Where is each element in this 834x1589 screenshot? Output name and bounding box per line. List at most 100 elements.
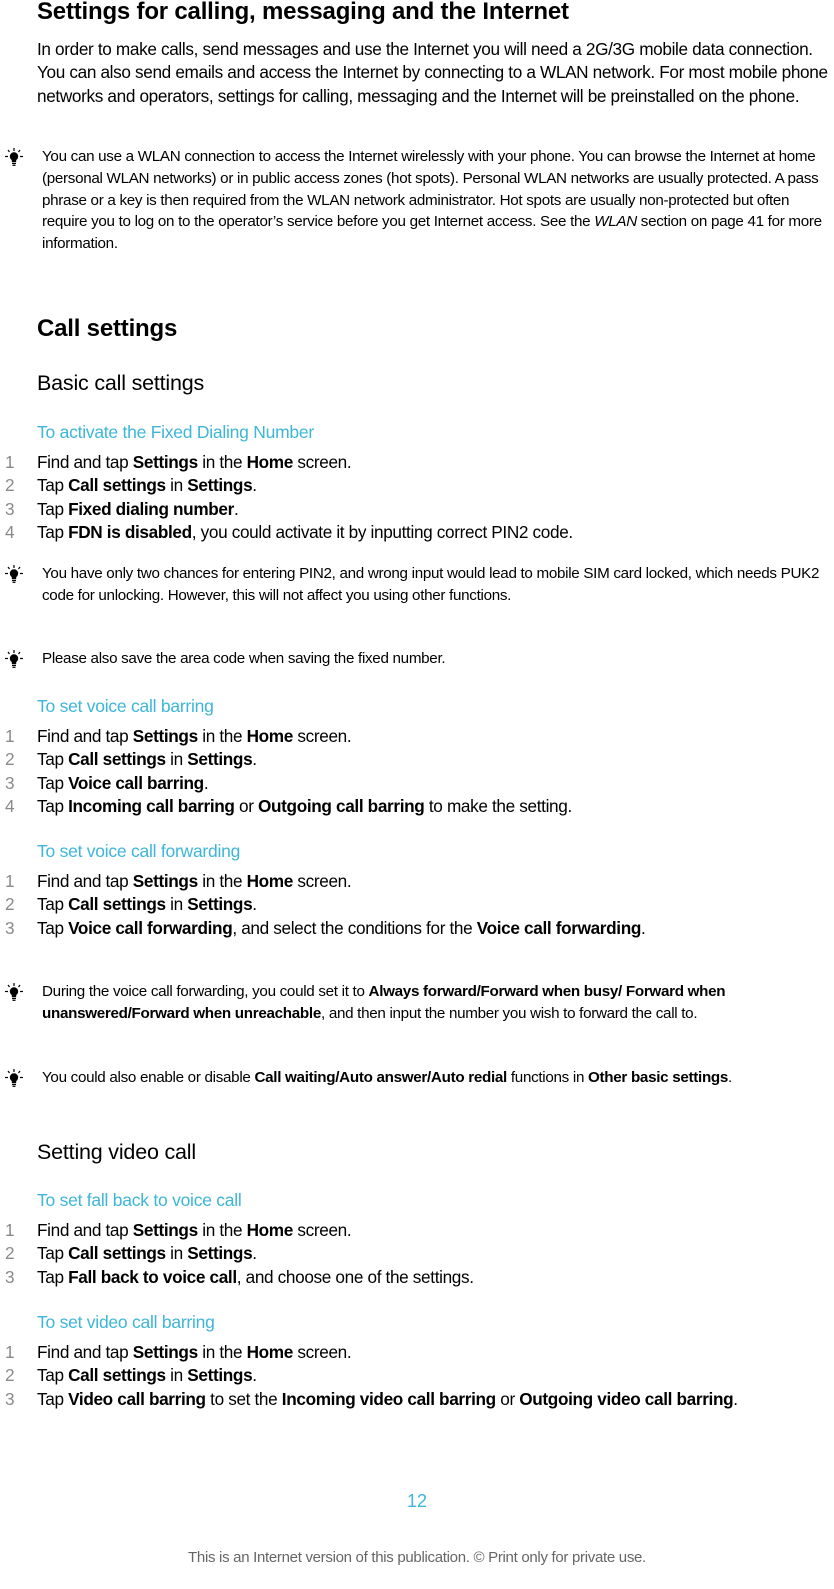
ui-term: Call settings <box>68 749 166 770</box>
text-run: Tap <box>37 1388 69 1409</box>
text-run: to set the <box>205 1388 282 1409</box>
ui-term: Settings <box>187 475 253 496</box>
text-run: in <box>165 1365 188 1386</box>
text-run: Tap <box>37 749 69 770</box>
ui-term: Outgoing video call barring <box>519 1388 734 1409</box>
step-number: 3 <box>5 1266 15 1287</box>
lightbulb-icon <box>4 565 24 585</box>
step-number: 2 <box>5 749 15 770</box>
tip-text: During the voice call forwarding, you co… <box>42 981 832 1025</box>
text-run: . <box>203 772 209 793</box>
ui-term: Home <box>246 452 294 472</box>
text-run: Tap <box>37 521 69 542</box>
text-run: . <box>641 917 646 938</box>
text-run: in the <box>197 871 247 891</box>
ui-term: Settings <box>132 452 198 472</box>
lightbulb-icon <box>4 1069 24 1089</box>
subsection-heading-basic: Basic call settings <box>37 371 205 395</box>
text-run: in <box>165 894 188 915</box>
step-number: 1 <box>5 1220 15 1240</box>
text-run: screen. <box>292 871 352 891</box>
steps-fallback: 1 Find and tap Settings in the Home scree… <box>0 1219 834 1289</box>
text-run: Tap <box>37 1266 69 1287</box>
text-run: screen. <box>292 452 352 472</box>
text-run: . <box>728 1069 732 1086</box>
text-run: , you could activate it by inputting cor… <box>191 521 573 542</box>
ui-term: Call settings <box>68 1365 166 1386</box>
ui-term: Settings <box>187 894 253 915</box>
text-run: Tap <box>37 475 69 496</box>
ui-term: Video call barring <box>68 1388 206 1409</box>
task-heading-voice-barring: To set voice call barring <box>37 696 214 716</box>
text-run: screen. <box>292 726 352 746</box>
ui-term: FDN is disabled <box>68 521 192 542</box>
task-heading-fallback: To set fall back to voice call <box>37 1190 242 1210</box>
ui-term: Settings <box>187 1243 253 1264</box>
step-item: 2 Tap Call settings in Settings. <box>0 893 777 916</box>
text-run: Tap <box>37 917 69 938</box>
section-heading-call-settings: Call settings <box>37 315 178 342</box>
text-run: in the <box>197 1220 247 1240</box>
step-number: 2 <box>5 1365 15 1386</box>
text-run: Find and tap <box>37 1342 133 1362</box>
ui-term: Home <box>246 726 294 746</box>
text-run: , and select the conditions for the <box>232 917 477 938</box>
step-item: 3 Tap Voice call forwarding, and select t… <box>0 917 777 940</box>
text-run: . <box>252 1243 257 1264</box>
lightbulb-glyph <box>5 650 23 668</box>
step-item: 2 Tap Call settings in Settings. <box>0 1242 777 1265</box>
text-run: Tap <box>37 498 69 519</box>
step-item: 3 Tap Fixed dialing number. <box>0 498 777 521</box>
steps-video-barring: 1 Find and tap Settings in the Home scree… <box>0 1341 834 1411</box>
page-title: Settings for calling, messaging and the … <box>37 0 569 25</box>
text-run: , and choose one of the settings. <box>236 1266 474 1287</box>
ui-term: Home <box>246 1220 294 1240</box>
text-run: . <box>233 498 239 519</box>
ui-term: Fall back to voice call <box>68 1266 237 1287</box>
step-item: 3 Tap Fall back to voice call, and choose… <box>0 1266 777 1289</box>
ui-term: Incoming video call barring <box>281 1388 496 1409</box>
wlan-link[interactable]: WLAN <box>594 213 637 230</box>
ui-term: Voice call barring <box>68 772 204 793</box>
step-number: 4 <box>5 795 15 816</box>
text-run: . <box>252 749 257 770</box>
step-number: 3 <box>5 917 15 938</box>
lightbulb-glyph <box>5 565 23 583</box>
step-item: 4 Tap Incoming call barring or Outgoing c… <box>0 795 777 818</box>
text-run: in <box>165 749 188 770</box>
step-item: 1 Find and tap Settings in the Home scree… <box>0 725 777 748</box>
intro-paragraph: In order to make calls, send messages an… <box>37 39 828 106</box>
text-run: Find and tap <box>37 871 133 891</box>
ui-term: Settings <box>187 749 253 770</box>
lightbulb-icon <box>4 148 24 168</box>
text-run: You could also enable or disable <box>42 1069 255 1086</box>
step-item: 1 Find and tap Settings in the Home scree… <box>0 451 777 474</box>
text-run: in <box>165 475 188 496</box>
text-run: . <box>733 1388 738 1409</box>
ui-term: Voice call forwarding <box>68 917 233 938</box>
text-run: . <box>252 1365 257 1386</box>
text-run: screen. <box>292 1220 352 1240</box>
ui-term: Fixed dialing number <box>68 498 234 519</box>
footer-notice: This is an Internet version of this publ… <box>188 1549 646 1566</box>
text-run: functions in <box>506 1069 589 1086</box>
step-number: 1 <box>5 871 15 891</box>
lightbulb-icon <box>4 650 24 670</box>
step-item: 2 Tap Call settings in Settings. <box>0 748 777 771</box>
ui-term: Settings <box>132 726 198 746</box>
step-number: 1 <box>5 726 15 746</box>
text-run: Find and tap <box>37 452 133 472</box>
step-number: 2 <box>5 475 15 496</box>
step-number: 3 <box>5 498 15 519</box>
steps-forwarding: 1 Find and tap Settings in the Home scree… <box>0 870 834 940</box>
lightbulb-glyph <box>5 148 23 166</box>
step-item: 1 Find and tap Settings in the Home scree… <box>0 1219 777 1242</box>
step-item: 4 Tap FDN is disabled, you could activate… <box>0 521 777 544</box>
text-run: Find and tap <box>37 726 133 746</box>
ui-term: Other basic settings <box>588 1069 729 1086</box>
step-number: 3 <box>5 1388 15 1409</box>
ui-term: Voice call forwarding <box>476 917 642 938</box>
text-run: to make the setting. <box>424 795 572 816</box>
text-run: screen. <box>292 1342 352 1362</box>
ui-term: Outgoing call barring <box>258 795 425 816</box>
